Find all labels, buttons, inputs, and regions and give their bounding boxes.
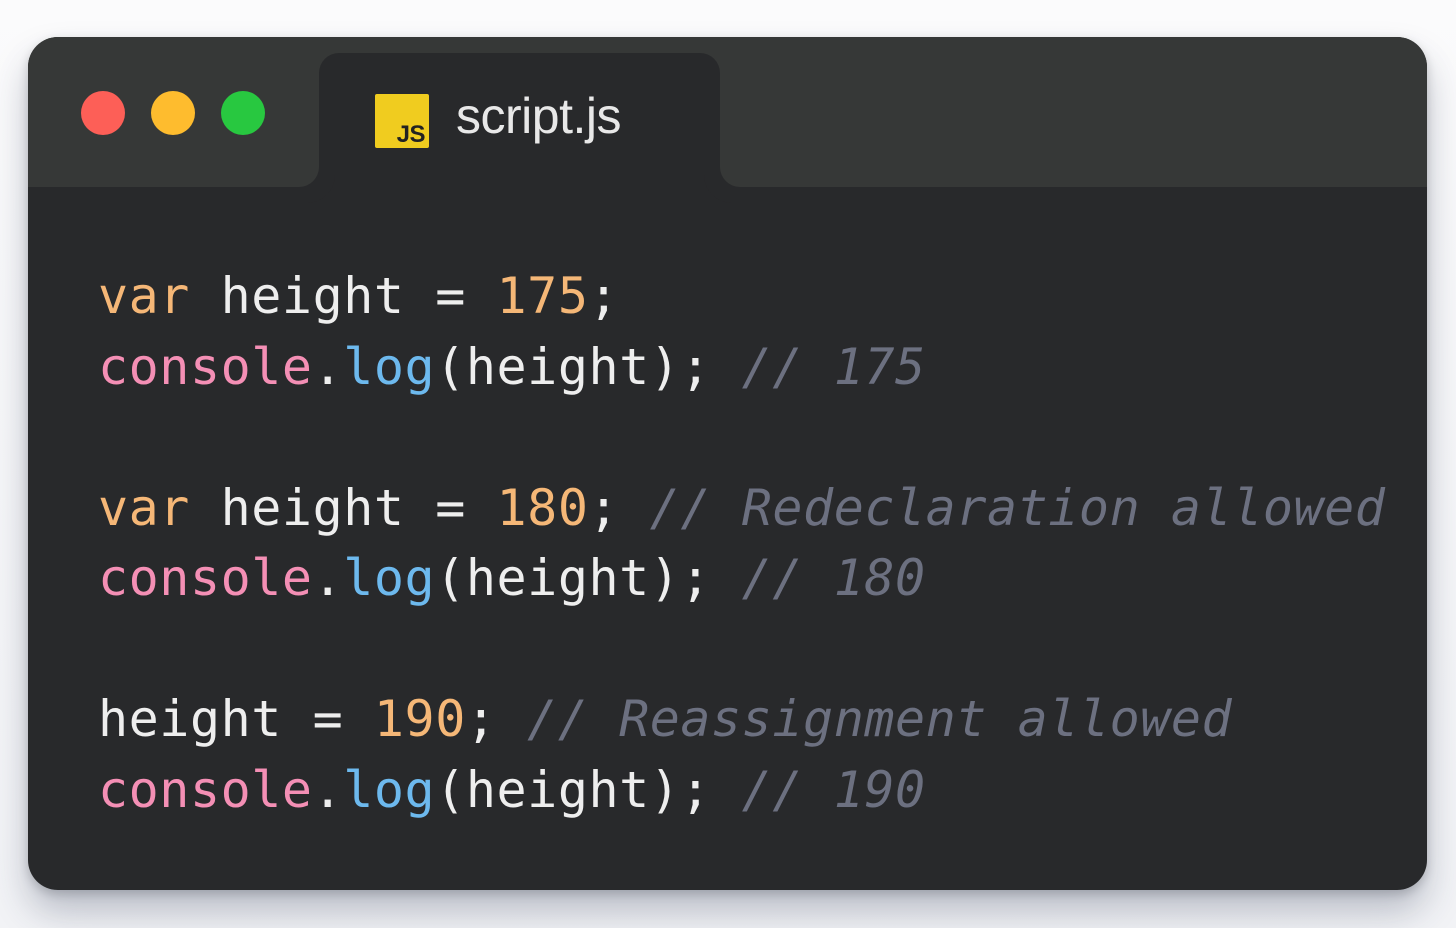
code-line-4: var height = 180; // Redeclaration allow… bbox=[98, 478, 1386, 537]
maximize-button[interactable] bbox=[221, 91, 265, 135]
code-line-5: console.log(height); // 180 bbox=[98, 549, 926, 607]
window-controls bbox=[81, 91, 265, 135]
tab-script-js[interactable]: JS script.js bbox=[319, 53, 720, 187]
code-line-7: height = 190; // Reassignment allowed bbox=[98, 690, 1233, 748]
code-line-2: console.log(height); // 175 bbox=[98, 337, 926, 396]
title-bar: JS script.js bbox=[28, 37, 1427, 187]
code-line-8: console.log(height); // 190 bbox=[98, 760, 926, 819]
code-window: JS script.js var height = 175; console.lo… bbox=[28, 37, 1427, 890]
close-button[interactable] bbox=[81, 91, 125, 135]
minimize-button[interactable] bbox=[151, 91, 195, 135]
js-file-icon: JS bbox=[375, 94, 429, 148]
code-editor: var height = 175; console.log(height); //… bbox=[98, 261, 1385, 825]
code-line-1: var height = 175; bbox=[98, 267, 620, 325]
tab-title: script.js bbox=[456, 88, 621, 144]
